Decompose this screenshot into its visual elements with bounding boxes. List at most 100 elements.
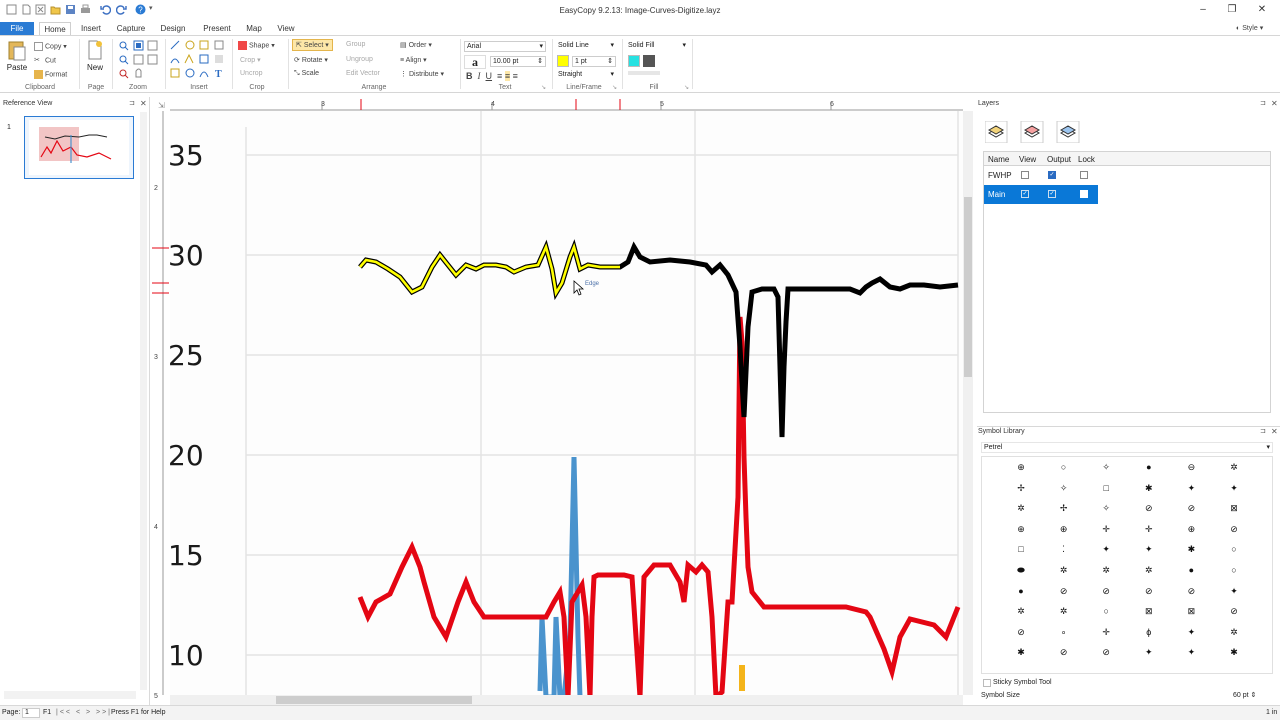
font-family-select[interactable]: Arial ▾ xyxy=(464,41,546,52)
font-size-input[interactable]: 10.00 pt ⇕ xyxy=(490,56,546,67)
ruler-corner-icon[interactable]: ⇲ xyxy=(158,101,165,110)
symbol-item[interactable]: ✦ xyxy=(1184,481,1198,495)
symbol-item[interactable]: ⊘ xyxy=(1227,604,1241,618)
symbol-item[interactable]: ○ xyxy=(1099,604,1113,618)
fill-secondary-swatch[interactable] xyxy=(643,55,655,67)
line-width-input[interactable]: 1 pt ⇕ xyxy=(572,56,616,67)
rotate-button[interactable]: ⟳ Rotate ▾ xyxy=(294,56,328,64)
symbol-item[interactable]: ⊠ xyxy=(1227,501,1241,515)
symbol-item[interactable]: ⊘ xyxy=(1099,645,1113,659)
edit-vector-button[interactable]: Edit Vector xyxy=(346,70,380,77)
layer-view-checkbox[interactable]: ✓ xyxy=(1021,190,1029,198)
symbol-item[interactable]: ✲ xyxy=(1227,625,1241,639)
align-button[interactable]: ≡ Align ▾ xyxy=(400,56,427,64)
symbol-item[interactable]: □ xyxy=(1014,542,1028,556)
cut-button[interactable]: ✂ Cut xyxy=(34,56,56,65)
document-canvas[interactable]: 3 4 5 6 ⇲ 2 3 4 5 35 30 25 20 15 10 Edge xyxy=(150,97,973,705)
symbol-item[interactable]: ✱ xyxy=(1014,645,1028,659)
dialog-launcher-icon[interactable]: ↘ xyxy=(684,84,689,91)
shape-button[interactable]: Shape ▾ xyxy=(238,41,275,50)
close-window-button[interactable]: ✕ xyxy=(1252,3,1272,17)
tab-file[interactable]: File xyxy=(0,22,34,35)
symbol-item[interactable]: ⊕ xyxy=(1184,522,1198,536)
tab-home[interactable]: Home xyxy=(39,22,71,35)
layer-output-checkbox[interactable]: ✓ xyxy=(1048,171,1056,179)
symbol-item[interactable]: ✲ xyxy=(1099,563,1113,577)
symbol-item[interactable]: ● xyxy=(1184,563,1198,577)
layer-properties-icon[interactable] xyxy=(1056,121,1080,143)
symbol-item[interactable]: ✛ xyxy=(1099,625,1113,639)
layer-lock-checkbox[interactable] xyxy=(1080,190,1088,198)
symbol-item[interactable]: ⊠ xyxy=(1142,604,1156,618)
symbol-item[interactable]: ⊖ xyxy=(1184,460,1198,474)
dialog-launcher-icon[interactable]: ↘ xyxy=(612,84,617,91)
symbol-item[interactable]: ⊘ xyxy=(1057,645,1071,659)
symbol-item[interactable]: ⊕ xyxy=(1014,522,1028,536)
layer-row-selected[interactable]: Main ✓ ✓ xyxy=(984,185,1098,204)
fill-color-swatch[interactable] xyxy=(628,55,640,67)
symbol-item[interactable]: ⊘ xyxy=(1227,522,1241,536)
page-nav-buttons[interactable]: |<< < > >>| xyxy=(56,709,112,716)
crop-button[interactable]: Crop ▾ xyxy=(240,56,261,64)
line-style-select[interactable]: Solid Line ▾ xyxy=(556,41,616,52)
bold-icon[interactable]: B xyxy=(466,71,473,81)
symbol-item[interactable]: ⊠ xyxy=(1184,604,1198,618)
refview-h-scrollbar[interactable] xyxy=(4,691,136,699)
zoom-tools[interactable] xyxy=(118,40,160,82)
layer-view-checkbox[interactable] xyxy=(1021,171,1029,179)
symbol-item[interactable]: ✦ xyxy=(1184,625,1198,639)
symbol-item[interactable]: ✱ xyxy=(1142,481,1156,495)
dialog-launcher-icon[interactable]: ↘ xyxy=(541,84,546,91)
scale-button[interactable]: ⤡ Scale xyxy=(294,70,319,78)
refview-scrollbar[interactable] xyxy=(140,112,147,690)
symbol-item[interactable]: ⊘ xyxy=(1099,584,1113,598)
layer-row[interactable]: FWHP ✓ xyxy=(984,167,1098,184)
close-icon[interactable]: ✕ xyxy=(1271,99,1278,108)
style-menu[interactable]: ◐ Style ▾ xyxy=(1236,24,1263,32)
symbol-item[interactable]: ✦ xyxy=(1184,645,1198,659)
group-button[interactable]: Group xyxy=(346,41,365,48)
symbol-item[interactable]: ⊘ xyxy=(1014,625,1028,639)
order-button[interactable]: ▤ Order ▾ xyxy=(400,41,432,49)
symbol-item[interactable]: ⊘ xyxy=(1184,501,1198,515)
tab-capture[interactable]: Capture xyxy=(113,22,149,35)
symbol-item[interactable]: ✱ xyxy=(1227,645,1241,659)
layer-lock-checkbox[interactable] xyxy=(1080,171,1088,179)
tab-view[interactable]: View xyxy=(273,22,299,35)
page-number-input[interactable]: 1 xyxy=(22,708,40,718)
pin-icon[interactable]: ⊐ xyxy=(129,99,135,107)
insert-shape-tools[interactable]: T xyxy=(170,40,230,82)
layer-output-checkbox[interactable]: ✓ xyxy=(1048,190,1056,198)
symbol-item[interactable]: ○ xyxy=(1227,542,1241,556)
add-layer-icon[interactable] xyxy=(985,121,1008,143)
line-color-swatch[interactable] xyxy=(557,55,569,67)
symbol-item[interactable]: ✲ xyxy=(1014,604,1028,618)
symbol-item[interactable]: ✢ xyxy=(1057,501,1071,515)
symbol-item[interactable]: ⊘ xyxy=(1057,584,1071,598)
symbol-item[interactable]: ✦ xyxy=(1227,584,1241,598)
symbol-item[interactable]: ✲ xyxy=(1057,604,1071,618)
minimize-button[interactable]: – xyxy=(1193,3,1213,17)
symbol-item[interactable]: ✲ xyxy=(1227,460,1241,474)
copy-button[interactable]: Copy ▾ xyxy=(34,42,67,51)
underline-icon[interactable]: U xyxy=(486,71,493,81)
symbol-item[interactable]: ● xyxy=(1142,460,1156,474)
symbol-size-input[interactable]: 60 pt ⇕ xyxy=(1233,691,1256,699)
symbol-item[interactable]: ✦ xyxy=(1227,481,1241,495)
symbol-item[interactable]: ✛ xyxy=(1099,522,1113,536)
symbol-category-select[interactable]: Petrel ▾ xyxy=(981,442,1273,453)
line-type-select[interactable]: Straight ▾ xyxy=(556,70,616,81)
align-right-icon[interactable]: ≡ xyxy=(513,71,518,81)
symbol-item[interactable]: ✲ xyxy=(1142,563,1156,577)
symbol-item[interactable]: ⊘ xyxy=(1142,584,1156,598)
uncrop-button[interactable]: Uncrop xyxy=(240,70,263,77)
maximize-button[interactable]: ❐ xyxy=(1222,3,1242,17)
close-icon[interactable]: ✕ xyxy=(140,99,147,108)
symbol-item[interactable]: ✧ xyxy=(1099,501,1113,515)
tab-insert[interactable]: Insert xyxy=(76,22,106,35)
symbol-item[interactable]: ✢ xyxy=(1014,481,1028,495)
symbol-item[interactable]: ✦ xyxy=(1142,645,1156,659)
symbol-item[interactable]: ✲ xyxy=(1057,563,1071,577)
symbol-item[interactable]: ○ xyxy=(1227,563,1241,577)
symbol-item[interactable]: ✲ xyxy=(1014,501,1028,515)
